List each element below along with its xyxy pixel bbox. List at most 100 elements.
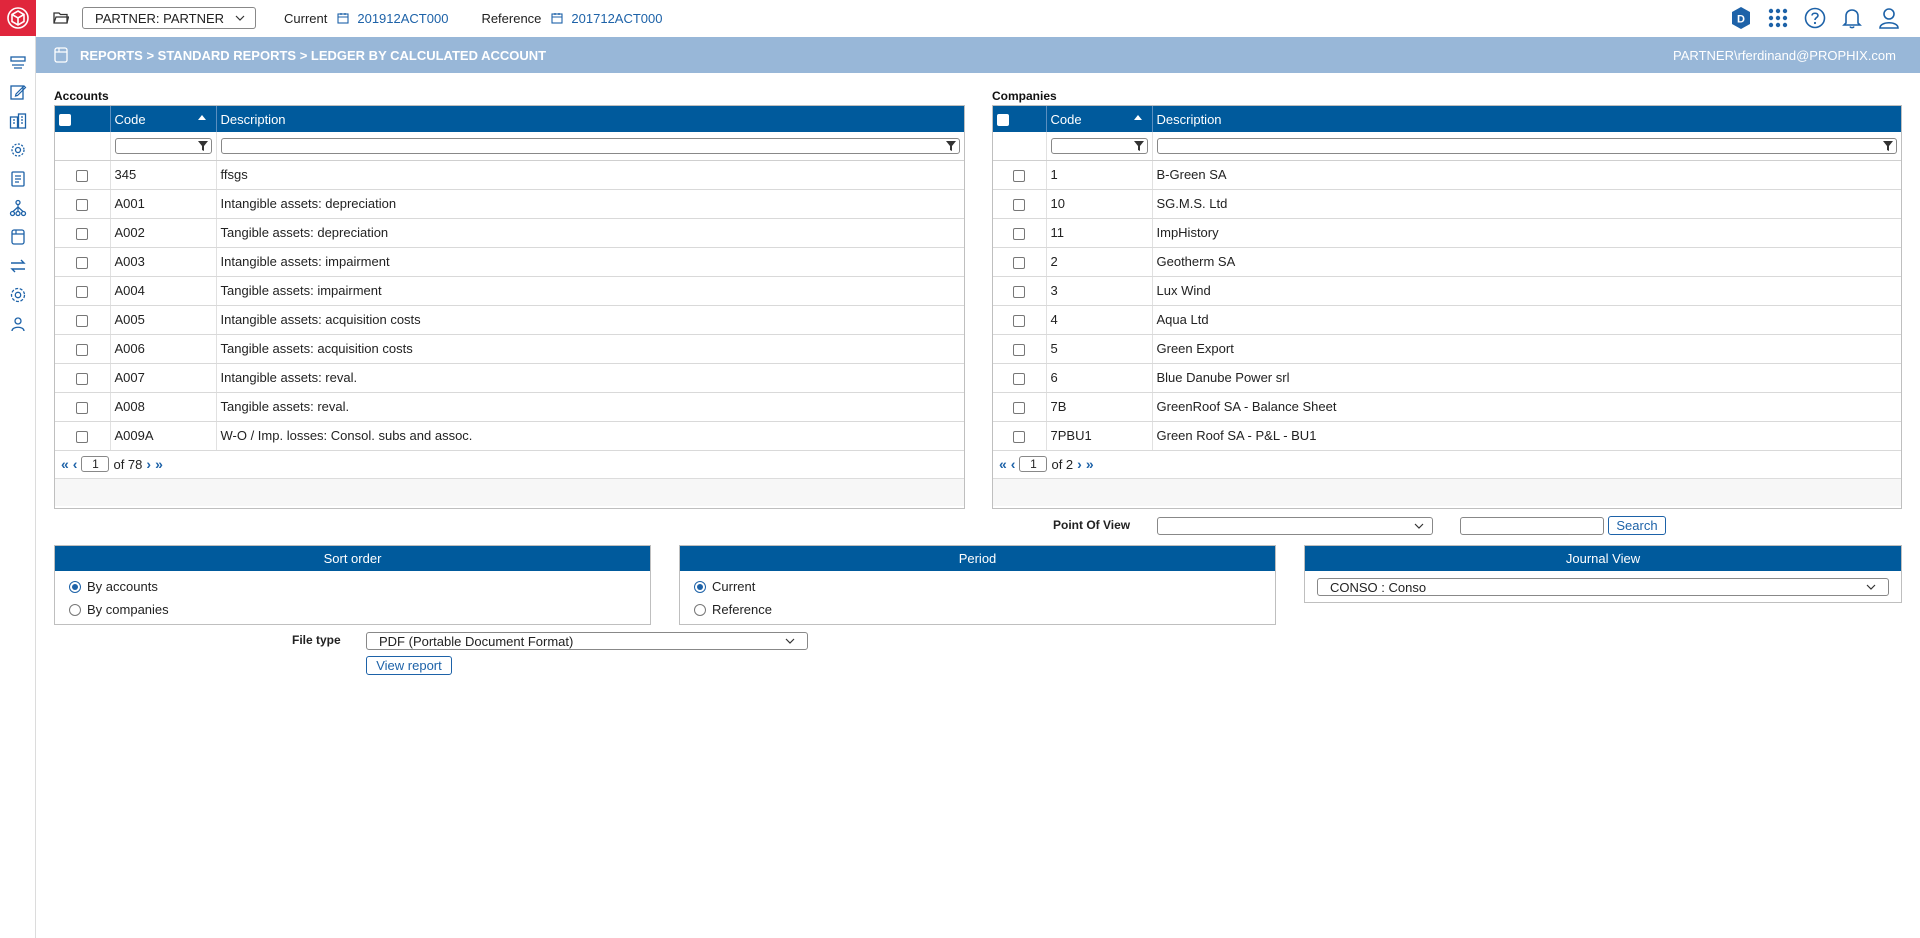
apps-grid-button[interactable] bbox=[1765, 5, 1791, 31]
table-row[interactable]: 5 Green Export bbox=[993, 334, 1901, 364]
table-row[interactable]: 3 Lux Wind bbox=[993, 276, 1901, 306]
sidebar-item-edit[interactable] bbox=[0, 77, 36, 106]
radio-selected[interactable] bbox=[694, 580, 706, 593]
row-checkbox[interactable] bbox=[76, 198, 89, 211]
filter-icon[interactable] bbox=[1133, 140, 1145, 152]
sidebar-item-reports[interactable] bbox=[0, 164, 36, 193]
table-row[interactable]: 6 Blue Danube Power srl bbox=[993, 363, 1901, 393]
sidebar-item-journal[interactable] bbox=[0, 222, 36, 251]
table-row[interactable]: A005 Intangible assets: acquisition costs bbox=[55, 305, 964, 335]
table-row[interactable]: A007 Intangible assets: reval. bbox=[55, 363, 964, 393]
period-reference-option[interactable]: Reference bbox=[680, 598, 1275, 621]
sort-by-companies-option[interactable]: By companies bbox=[55, 598, 650, 621]
radio-selected[interactable] bbox=[69, 580, 81, 593]
prev-page-button[interactable]: ‹ bbox=[1011, 456, 1016, 472]
accounts-select-all[interactable] bbox=[55, 106, 111, 132]
accounts-code-filter[interactable] bbox=[114, 137, 212, 154]
row-checkbox[interactable] bbox=[1013, 343, 1026, 356]
table-row[interactable]: A003 Intangible assets: impairment bbox=[55, 247, 964, 277]
radio[interactable] bbox=[69, 603, 81, 616]
help-button[interactable] bbox=[1802, 5, 1828, 31]
companies-code-filter[interactable] bbox=[1050, 137, 1148, 154]
last-page-button[interactable]: » bbox=[155, 456, 163, 472]
row-checkbox[interactable] bbox=[1013, 198, 1026, 211]
row-checkbox[interactable] bbox=[1013, 169, 1026, 182]
pov-search-input[interactable] bbox=[1460, 517, 1604, 535]
table-row[interactable]: 10 SG.M.S. Ltd bbox=[993, 189, 1901, 219]
page-number-input[interactable]: 1 bbox=[1019, 456, 1048, 472]
select-all-checkbox[interactable] bbox=[59, 114, 71, 127]
app-logo[interactable] bbox=[0, 0, 36, 36]
table-row[interactable]: 4 Aqua Ltd bbox=[993, 305, 1901, 335]
companies-col-code[interactable]: Code bbox=[1046, 106, 1153, 132]
row-checkbox[interactable] bbox=[76, 227, 89, 240]
row-checkbox[interactable] bbox=[76, 401, 89, 414]
row-checkbox[interactable] bbox=[1013, 372, 1026, 385]
select-all-checkbox[interactable] bbox=[997, 114, 1009, 127]
row-checkbox[interactable] bbox=[1013, 285, 1026, 298]
table-row[interactable]: 345 ffsgs bbox=[55, 160, 964, 190]
table-row[interactable]: 7B GreenRoof SA - Balance Sheet bbox=[993, 392, 1901, 422]
row-checkbox[interactable] bbox=[76, 169, 89, 182]
row-checkbox[interactable] bbox=[1013, 227, 1026, 240]
next-page-button[interactable]: › bbox=[146, 456, 151, 472]
search-button[interactable]: Search bbox=[1608, 516, 1666, 535]
next-page-button[interactable]: › bbox=[1077, 456, 1082, 472]
filter-icon[interactable] bbox=[1882, 140, 1894, 152]
current-calendar-icon[interactable] bbox=[337, 12, 349, 24]
row-checkbox[interactable] bbox=[76, 343, 89, 356]
journal-view-select[interactable]: CONSO : Conso bbox=[1317, 578, 1889, 596]
row-checkbox[interactable] bbox=[1013, 256, 1026, 269]
accounts-description-filter[interactable] bbox=[220, 137, 960, 154]
prev-page-button[interactable]: ‹ bbox=[73, 456, 78, 472]
row-checkbox[interactable] bbox=[76, 372, 89, 385]
table-row[interactable]: 1 B-Green SA bbox=[993, 160, 1901, 190]
sidebar-item-transfer[interactable] bbox=[0, 251, 36, 280]
row-checkbox[interactable] bbox=[76, 256, 89, 269]
sidebar-item-buildings[interactable] bbox=[0, 106, 36, 135]
radio[interactable] bbox=[694, 603, 706, 616]
avatar-badge[interactable]: D bbox=[1728, 5, 1754, 31]
companies-description-filter[interactable] bbox=[1156, 137, 1897, 154]
pov-select[interactable] bbox=[1157, 517, 1433, 535]
last-page-button[interactable]: » bbox=[1086, 456, 1094, 472]
sidebar-item-network[interactable] bbox=[0, 135, 36, 164]
row-checkbox[interactable] bbox=[76, 314, 89, 327]
row-checkbox[interactable] bbox=[76, 430, 89, 443]
accounts-col-code[interactable]: Code bbox=[110, 106, 217, 132]
table-row[interactable]: 7PBU1 Green Roof SA - P&L - BU1 bbox=[993, 421, 1901, 451]
filter-icon[interactable] bbox=[197, 140, 209, 152]
table-row[interactable]: A001 Intangible assets: depreciation bbox=[55, 189, 964, 219]
notifications-button[interactable] bbox=[1839, 5, 1865, 31]
table-row[interactable]: A004 Tangible assets: impairment bbox=[55, 276, 964, 306]
sidebar-item-flow[interactable] bbox=[0, 48, 36, 77]
first-page-button[interactable]: « bbox=[999, 456, 1007, 472]
sidebar-item-settings[interactable] bbox=[0, 280, 36, 309]
table-row[interactable]: 2 Geotherm SA bbox=[993, 247, 1901, 277]
user-profile-button[interactable] bbox=[1876, 5, 1902, 31]
view-report-button[interactable]: View report bbox=[366, 656, 452, 675]
reference-calendar-icon[interactable] bbox=[551, 12, 563, 24]
partner-select[interactable]: PARTNER: PARTNER bbox=[82, 7, 256, 29]
sort-by-accounts-option[interactable]: By accounts bbox=[55, 575, 650, 598]
table-row[interactable]: A008 Tangible assets: reval. bbox=[55, 392, 964, 422]
page-number-input[interactable]: 1 bbox=[81, 456, 110, 472]
table-row[interactable]: A009A W-O / Imp. losses: Consol. subs and… bbox=[55, 421, 964, 451]
table-row[interactable]: A002 Tangible assets: depreciation bbox=[55, 218, 964, 248]
open-folder-button[interactable] bbox=[53, 11, 69, 25]
sidebar-item-users[interactable] bbox=[0, 309, 36, 338]
reference-period-link[interactable]: 201712ACT000 bbox=[571, 11, 662, 26]
filter-icon[interactable] bbox=[945, 140, 957, 152]
accounts-col-description[interactable]: Description bbox=[216, 106, 964, 132]
row-checkbox[interactable] bbox=[1013, 430, 1026, 443]
companies-col-description[interactable]: Description bbox=[1152, 106, 1901, 132]
row-checkbox[interactable] bbox=[1013, 314, 1026, 327]
period-current-option[interactable]: Current bbox=[680, 575, 1275, 598]
current-period-link[interactable]: 201912ACT000 bbox=[357, 11, 448, 26]
row-checkbox[interactable] bbox=[1013, 401, 1026, 414]
first-page-button[interactable]: « bbox=[61, 456, 69, 472]
sidebar-item-hierarchy[interactable] bbox=[0, 193, 36, 222]
file-type-select[interactable]: PDF (Portable Document Format) bbox=[366, 632, 808, 650]
companies-select-all[interactable] bbox=[993, 106, 1047, 132]
row-checkbox[interactable] bbox=[76, 285, 89, 298]
